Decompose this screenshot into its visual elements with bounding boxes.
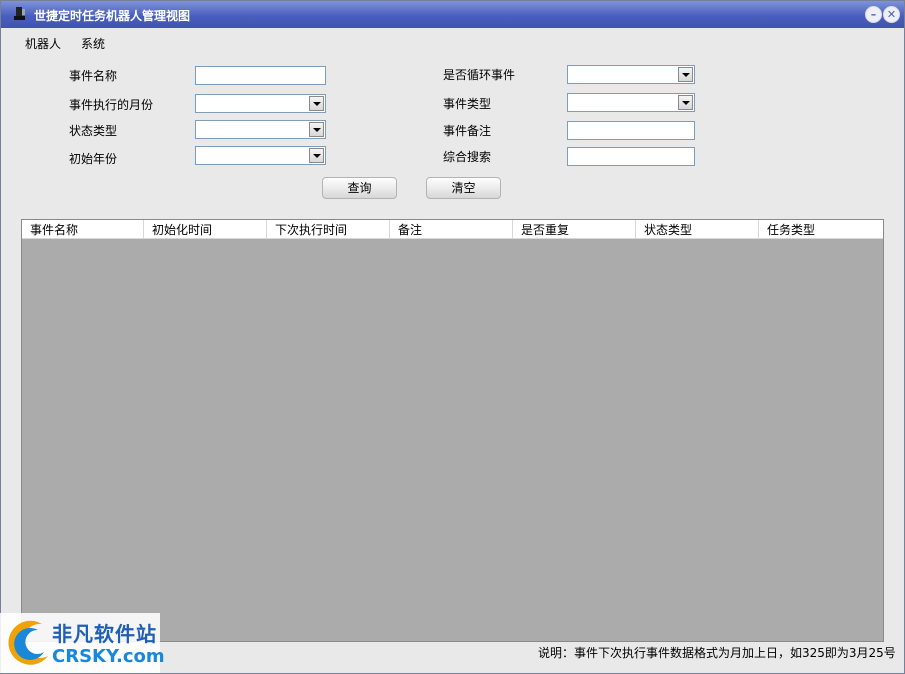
chevron-down-icon[interactable] xyxy=(309,96,324,111)
main-window: 世捷定时任务机器人管理视图 – ✕ 机器人 系统 事件名称 事件执行的月份 状态… xyxy=(0,0,905,674)
event-name-label: 事件名称 xyxy=(69,69,118,83)
grid-header: 事件名称 初始化时间 下次执行时间 备注 是否重复 状态类型 任务类型 xyxy=(22,220,883,239)
clear-button[interactable]: 清空 xyxy=(426,177,501,199)
crsky-logo-icon xyxy=(8,620,48,665)
watermark-en-text: CRSKY.com xyxy=(52,646,165,667)
chevron-down-icon[interactable] xyxy=(678,67,693,82)
search-input[interactable] xyxy=(567,147,695,166)
is-loop-label: 是否循环事件 xyxy=(443,68,516,82)
status-note: 说明：事件下次执行事件数据格式为月加上日，如325即为3月25号 xyxy=(538,646,896,660)
col-status-type[interactable]: 状态类型 xyxy=(636,220,759,238)
status-type-label: 状态类型 xyxy=(69,124,118,138)
exec-month-select[interactable] xyxy=(195,94,326,113)
menu-robot[interactable]: 机器人 xyxy=(25,35,61,52)
col-is-repeat[interactable]: 是否重复 xyxy=(513,220,636,238)
event-name-input[interactable] xyxy=(195,66,326,85)
event-note-label: 事件备注 xyxy=(443,124,492,138)
close-button[interactable]: ✕ xyxy=(883,6,900,23)
exec-month-label: 事件执行的月份 xyxy=(69,98,154,112)
menu-system[interactable]: 系统 xyxy=(81,35,105,52)
menu-bar: 机器人 系统 xyxy=(1,28,904,52)
event-type-label: 事件类型 xyxy=(443,97,492,111)
app-robot-icon xyxy=(14,7,25,20)
minimize-button[interactable]: – xyxy=(865,6,882,23)
col-note[interactable]: 备注 xyxy=(390,220,513,238)
chevron-down-icon[interactable] xyxy=(309,122,324,137)
col-init-time[interactable]: 初始化时间 xyxy=(144,220,267,238)
event-grid[interactable]: 事件名称 初始化时间 下次执行时间 备注 是否重复 状态类型 任务类型 xyxy=(21,219,884,642)
window-title: 世捷定时任务机器人管理视图 xyxy=(34,9,191,23)
chevron-down-icon[interactable] xyxy=(309,148,324,163)
event-note-input[interactable] xyxy=(567,121,695,140)
chevron-down-icon[interactable] xyxy=(678,95,693,110)
col-task-type[interactable]: 任务类型 xyxy=(759,220,883,238)
event-type-select[interactable] xyxy=(567,93,695,112)
watermark: 非凡软件站 CRSKY.com xyxy=(0,613,165,673)
start-year-select[interactable] xyxy=(195,146,326,165)
start-year-label: 初始年份 xyxy=(69,152,118,166)
col-event-name[interactable]: 事件名称 xyxy=(22,220,144,238)
title-bar[interactable]: 世捷定时任务机器人管理视图 – ✕ xyxy=(1,1,904,28)
watermark-cn-text: 非凡软件站 xyxy=(52,622,157,646)
col-next-exec-time[interactable]: 下次执行时间 xyxy=(267,220,390,238)
query-button[interactable]: 查询 xyxy=(322,177,397,199)
is-loop-select[interactable] xyxy=(567,65,695,84)
status-type-select[interactable] xyxy=(195,120,326,139)
search-label: 综合搜索 xyxy=(443,150,492,164)
